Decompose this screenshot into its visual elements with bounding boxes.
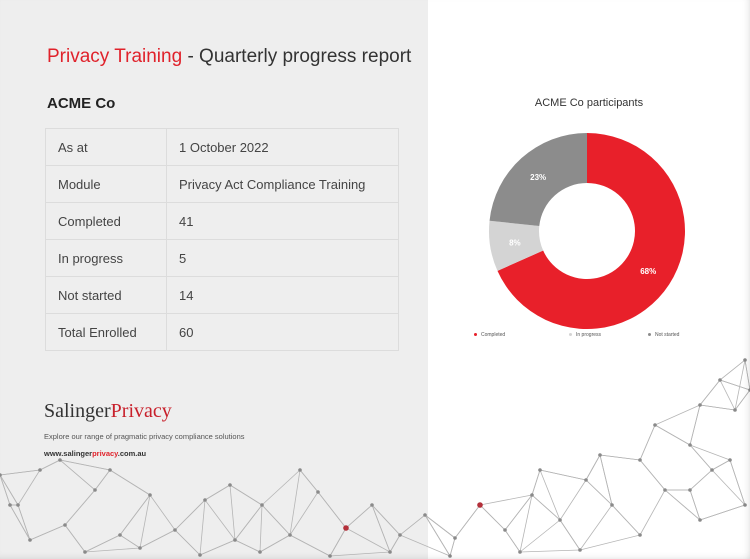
legend-swatch-completed (474, 333, 477, 337)
title-rest: - Quarterly progress report (182, 46, 412, 67)
row-label: Completed (45, 202, 167, 240)
row-value: 60 (166, 313, 399, 351)
table-row: Completed 41 (45, 202, 399, 240)
company-name: ACME Co (47, 95, 116, 112)
slice-label-in-progress: 8% (509, 238, 521, 247)
row-label: Total Enrolled (45, 313, 167, 351)
slice-label-not-started: 23% (530, 173, 546, 182)
logo-part-2: Privacy (110, 400, 172, 422)
title-accent: Privacy Training (47, 46, 183, 67)
legend-label-not-started: Not started (655, 332, 680, 338)
summary-table: As at 1 October 2022 Module Privacy Act Co… (45, 128, 399, 351)
page-title: Privacy Training - Quarterly progress re… (47, 46, 411, 68)
row-value: 1 October 2022 (166, 128, 399, 166)
legend-label-completed: Completed (481, 332, 506, 338)
table-row: Module Privacy Act Compliance Training (45, 165, 399, 203)
website-mid: privacy (92, 449, 118, 458)
table-row: In progress 5 (45, 239, 399, 277)
salinger-privacy-logo: SalingerPrivacy (44, 400, 172, 423)
website-pre: www.salinger (44, 449, 93, 458)
row-label: Module (45, 165, 167, 203)
slice-label-completed: 68% (640, 267, 656, 276)
participants-donut-chart: 68% 8% 23% (489, 133, 685, 329)
row-label: Not started (45, 276, 167, 314)
legend-swatch-not-started (648, 333, 651, 337)
legend-item-completed: Completed (474, 332, 505, 338)
website-link[interactable]: www.salingerprivacy.com.au (44, 449, 146, 458)
row-value: 5 (166, 239, 399, 277)
logo-part-1: Salinger (44, 400, 111, 422)
report-page: Privacy Training - Quarterly progress re… (0, 0, 750, 559)
legend-swatch-in-progress (569, 333, 572, 337)
table-row: As at 1 October 2022 (45, 128, 399, 166)
website-post: .com.au (117, 449, 147, 458)
tagline: Explore our range of pragmatic privacy c… (44, 432, 245, 441)
row-label: As at (45, 128, 167, 166)
table-row: Total Enrolled 60 (45, 313, 399, 351)
row-value: 14 (166, 276, 399, 314)
legend-label-in-progress: In progress (576, 332, 602, 338)
legend-item-in-progress: In progress (569, 332, 601, 338)
row-label: In progress (45, 239, 167, 277)
table-row: Not started 14 (45, 276, 399, 314)
legend-item-not-started: Not started (648, 332, 679, 338)
row-value: 41 (166, 202, 399, 240)
chart-title: ACME Co participants (534, 97, 644, 109)
row-value: Privacy Act Compliance Training (166, 165, 399, 203)
